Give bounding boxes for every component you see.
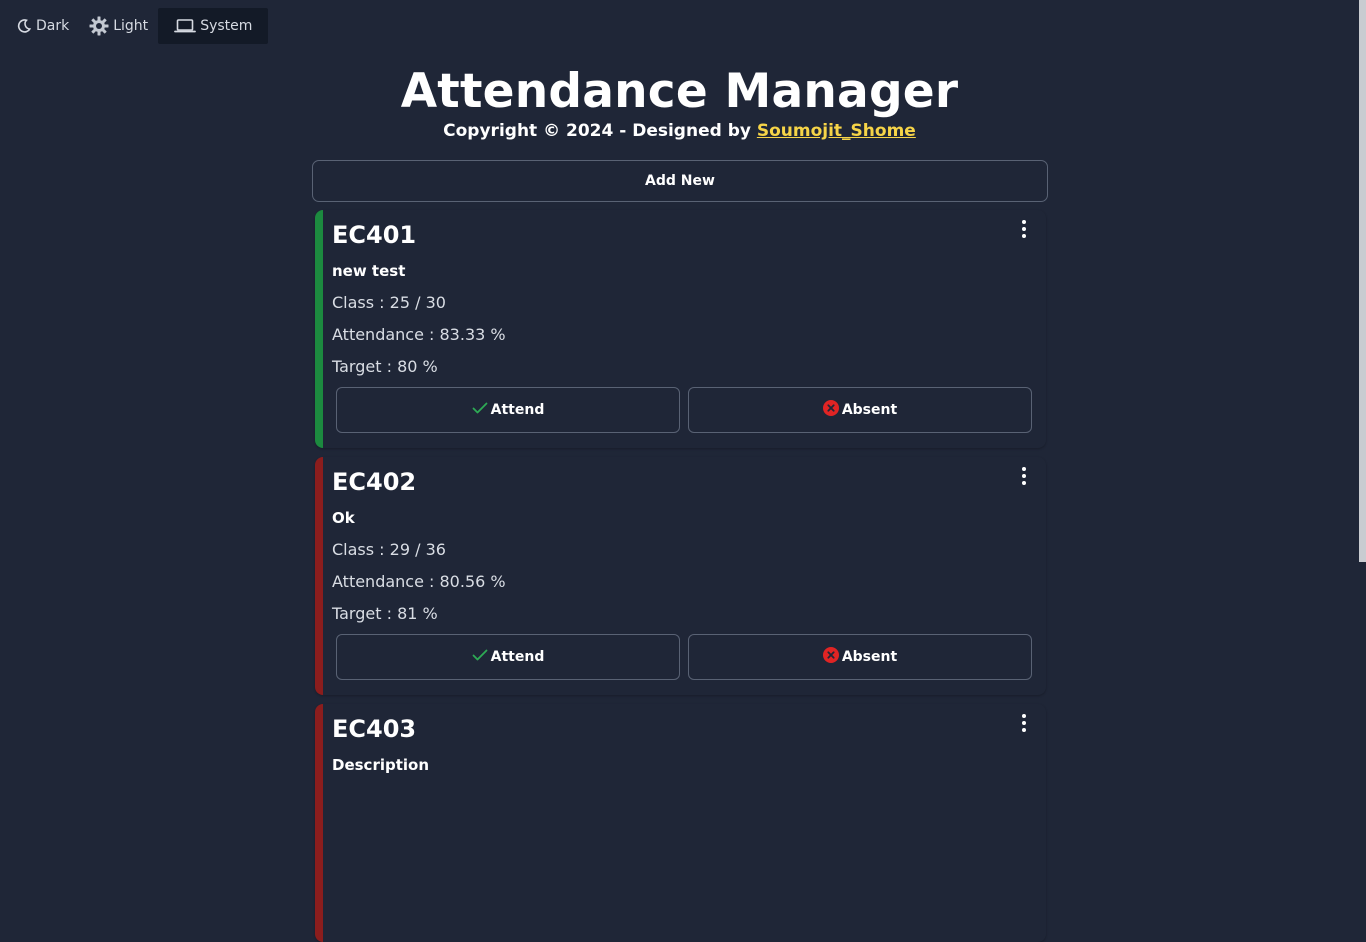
course-card: EC402 Ok Class : 29 / 36 Attendance : 80… — [315, 457, 1046, 695]
attend-label: Attend — [490, 649, 545, 665]
page-title: Attendance Manager — [400, 64, 959, 119]
target-percent: Target : 80 % — [332, 357, 438, 376]
theme-light-label: Light — [113, 18, 149, 34]
check-icon — [472, 401, 488, 419]
attendance-percent: Attendance : 83.33 % — [332, 325, 506, 344]
page-scrollbar[interactable] — [1359, 0, 1366, 562]
absent-button[interactable]: Absent — [688, 634, 1032, 680]
target-percent: Target : 81 % — [332, 604, 438, 623]
copyright-line: Copyright © 2024 - Designed by Soumojit_… — [0, 119, 1359, 143]
course-description: new test — [332, 262, 406, 280]
theme-system-button[interactable]: System — [158, 8, 269, 44]
theme-switcher: Dark Light System — [6, 8, 269, 44]
copyright-text: Copyright © 2024 - Designed by — [443, 121, 757, 141]
theme-system-label: System — [200, 18, 253, 34]
add-new-button[interactable]: Add New — [312, 160, 1048, 202]
course-card: EC403 Description — [315, 704, 1046, 942]
theme-dark-label: Dark — [36, 18, 70, 34]
theme-light-button[interactable]: Light — [79, 8, 158, 44]
more-options-icon[interactable] — [1014, 712, 1034, 734]
gear-sun-icon — [89, 16, 109, 36]
class-count: Class : 29 / 36 — [332, 540, 446, 559]
course-card: EC401 new test Class : 25 / 30 Attendanc… — [315, 210, 1046, 448]
absent-button[interactable]: Absent — [688, 387, 1032, 433]
attend-button[interactable]: Attend — [336, 387, 680, 433]
more-options-icon[interactable] — [1014, 218, 1034, 240]
x-circle-icon — [822, 647, 839, 667]
theme-dark-button[interactable]: Dark — [6, 8, 79, 44]
x-circle-icon — [822, 400, 839, 420]
page-header: Attendance Manager Copyright © 2024 - De… — [0, 62, 1359, 143]
more-options-icon[interactable] — [1014, 465, 1034, 487]
absent-label: Absent — [841, 649, 898, 665]
course-description: Ok — [332, 509, 355, 527]
moon-icon — [16, 18, 32, 34]
course-description: Description — [332, 756, 430, 774]
author-link[interactable]: Soumojit_Shome — [757, 121, 916, 141]
course-code: EC401 — [332, 221, 417, 249]
course-code: EC403 — [332, 715, 417, 743]
check-icon — [472, 648, 488, 666]
attendance-percent: Attendance : 80.56 % — [332, 572, 506, 591]
absent-label: Absent — [841, 402, 898, 418]
class-count: Class : 25 / 30 — [332, 293, 446, 312]
course-code: EC402 — [332, 468, 417, 496]
attend-button[interactable]: Attend — [336, 634, 680, 680]
laptop-icon — [174, 18, 197, 34]
attend-label: Attend — [490, 402, 545, 418]
